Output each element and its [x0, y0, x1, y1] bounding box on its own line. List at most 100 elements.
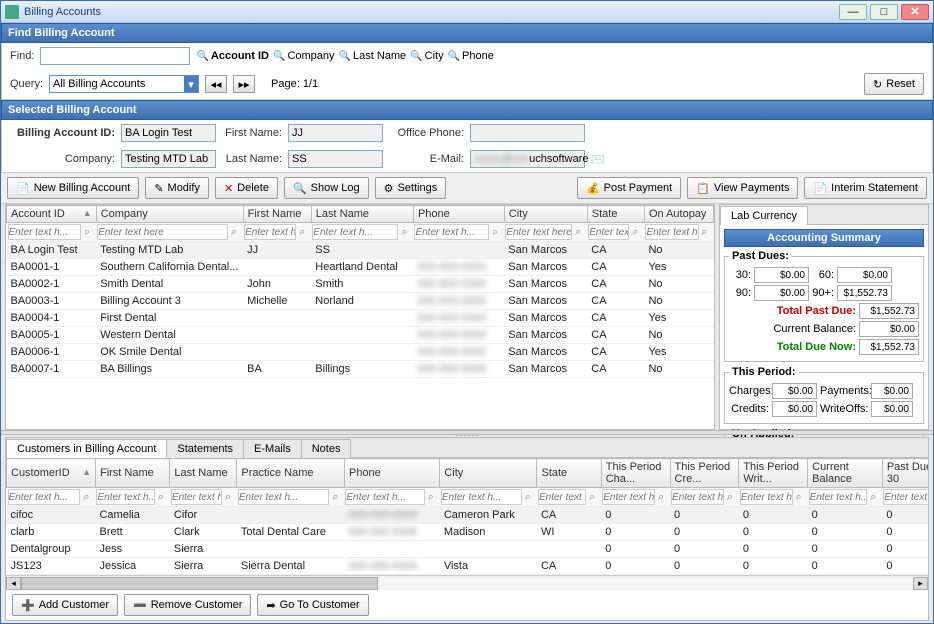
filter-input[interactable] — [171, 489, 222, 505]
show-log-button[interactable]: 🔍Show Log — [284, 177, 369, 199]
filter-icon[interactable]: ⌕ — [296, 226, 308, 239]
remove-customer-button[interactable]: ➖Remove Customer — [124, 594, 251, 616]
filter-input[interactable] — [244, 224, 296, 240]
customers-tab[interactable]: Notes — [301, 439, 352, 458]
radio-company[interactable]: Company — [287, 50, 334, 62]
filter-icon[interactable]: ⌕ — [629, 226, 641, 239]
column-header[interactable]: City — [504, 206, 587, 223]
table-row[interactable]: DentalgroupJessSierra000000 — [7, 541, 929, 558]
table-row[interactable]: BA0004-1First Dental000-000-0000San Marc… — [7, 310, 714, 327]
radio-phone[interactable]: Phone — [462, 50, 494, 62]
filter-icon[interactable]: ⌕ — [586, 491, 598, 504]
filter-icon[interactable]: ⌕ — [699, 226, 711, 239]
settings-button[interactable]: ⚙Settings — [375, 177, 447, 199]
filter-icon[interactable]: ⌕ — [222, 491, 234, 504]
filter-input[interactable] — [588, 224, 629, 240]
filter-icon[interactable]: ⌕ — [80, 491, 92, 504]
column-header[interactable]: This Period Cha... — [601, 459, 670, 488]
filter-input[interactable] — [645, 224, 698, 240]
filter-icon[interactable]: ⌕ — [724, 491, 736, 504]
filter-icon[interactable]: ⌕ — [572, 226, 584, 239]
column-header[interactable]: State — [537, 459, 601, 488]
column-header[interactable]: This Period Writ... — [739, 459, 808, 488]
column-header[interactable]: First Name — [95, 459, 169, 488]
filter-input[interactable] — [538, 489, 586, 505]
filter-icon[interactable]: ⌕ — [522, 491, 534, 504]
last-page-button[interactable]: ▸▸ — [233, 75, 255, 93]
table-row[interactable]: BA Login TestTesting MTD LabJJSSSan Marc… — [7, 242, 714, 259]
close-button[interactable]: ✕ — [901, 4, 929, 20]
customers-tab[interactable]: Customers in Billing Account — [6, 439, 167, 458]
post-payment-button[interactable]: 💰Post Payment — [577, 177, 681, 199]
interim-statement-button[interactable]: 📄Interim Statement — [804, 177, 927, 199]
table-row[interactable]: BA0006-1OK Smile Dental000-000-0000San M… — [7, 344, 714, 361]
filter-input[interactable] — [97, 224, 228, 240]
filter-icon[interactable]: ⌕ — [489, 226, 501, 239]
modify-button[interactable]: ✎Modify — [145, 177, 209, 199]
titlebar[interactable]: Billing Accounts — □ ✕ — [1, 1, 933, 23]
table-row[interactable]: JS123JessicaSierraSierra Dental000-000-0… — [7, 558, 929, 575]
column-header[interactable]: On Autopay — [644, 206, 713, 223]
add-customer-button[interactable]: ➕Add Customer — [12, 594, 118, 616]
filter-input[interactable] — [883, 489, 928, 505]
table-row[interactable]: BA0003-1Billing Account 3MichelleNorland… — [7, 293, 714, 310]
radio-last-name[interactable]: Last Name — [353, 50, 406, 62]
table-row[interactable]: clarbBrettClarkTotal Dental Care000-000-… — [7, 524, 929, 541]
filter-input[interactable] — [238, 489, 330, 505]
mail-icon[interactable]: ✉️ — [591, 153, 605, 166]
filter-icon[interactable]: ⌕ — [793, 491, 805, 504]
accounts-grid[interactable]: Account ID▲CompanyFirst NameLast NamePho… — [5, 204, 715, 430]
delete-button[interactable]: ✕Delete — [215, 177, 278, 199]
filter-icon[interactable]: ⌕ — [425, 491, 437, 504]
table-row[interactable]: BA0001-1Southern California Dental...Hea… — [7, 259, 714, 276]
customers-tab[interactable]: Statements — [166, 439, 244, 458]
radio-account-id[interactable]: Account ID — [211, 50, 269, 62]
filter-icon[interactable]: ⌕ — [398, 226, 410, 239]
filter-input[interactable] — [312, 224, 398, 240]
column-header[interactable]: Phone — [413, 206, 504, 223]
column-header[interactable]: State — [587, 206, 644, 223]
find-input[interactable] — [40, 47, 190, 65]
filter-icon[interactable]: ⌕ — [155, 491, 167, 504]
table-row[interactable]: BA0005-1Western Dental000-000-0000San Ma… — [7, 327, 714, 344]
customers-scrollbar[interactable]: ◂▸ — [6, 575, 928, 590]
filter-input[interactable] — [414, 224, 489, 240]
column-header[interactable]: Past Due 30 — [882, 459, 928, 488]
table-row[interactable]: cifocCameliaCifor000-000-0000Cameron Par… — [7, 507, 929, 524]
goto-customer-button[interactable]: ➡Go To Customer — [257, 594, 368, 616]
filter-input[interactable] — [602, 489, 655, 505]
table-row[interactable]: BA0002-1Smith DentalJohnSmith000-000-000… — [7, 276, 714, 293]
column-header[interactable]: Last Name — [170, 459, 237, 488]
view-payments-button[interactable]: 📋View Payments — [687, 177, 798, 199]
table-row[interactable]: BA0007-1BA BillingsBABillings000-000-000… — [7, 361, 714, 378]
filter-icon[interactable]: ⌕ — [81, 226, 93, 239]
radio-city[interactable]: City — [425, 50, 444, 62]
filter-input[interactable] — [809, 489, 868, 505]
filter-input[interactable] — [8, 224, 82, 240]
filter-input[interactable] — [8, 489, 81, 505]
column-header[interactable]: This Period Cre... — [670, 459, 739, 488]
filter-input[interactable] — [441, 489, 522, 505]
column-header[interactable]: Phone — [344, 459, 439, 488]
column-header[interactable]: Last Name — [311, 206, 413, 223]
filter-input[interactable] — [505, 224, 572, 240]
customers-tab[interactable]: E-Mails — [243, 439, 302, 458]
filter-icon[interactable]: ⌕ — [655, 491, 667, 504]
filter-icon[interactable]: ⌕ — [329, 491, 341, 504]
horizontal-splitter[interactable]: ⋯⋯⋯ — [1, 430, 933, 435]
reset-button[interactable]: ↻Reset — [864, 73, 924, 95]
minimize-button[interactable]: — — [839, 4, 867, 20]
lab-currency-tab[interactable]: Lab Currency — [720, 206, 808, 225]
column-header[interactable]: Practice Name — [237, 459, 345, 488]
column-header[interactable]: Current Balance — [808, 459, 883, 488]
filter-input[interactable] — [671, 489, 724, 505]
new-billing-account-button[interactable]: 📄New Billing Account — [7, 177, 139, 199]
filter-icon[interactable]: ⌕ — [867, 491, 879, 504]
column-header[interactable]: First Name — [243, 206, 311, 223]
filter-input[interactable] — [345, 489, 424, 505]
maximize-button[interactable]: □ — [870, 4, 898, 20]
filter-icon[interactable]: ⌕ — [228, 226, 240, 239]
column-header[interactable]: Account ID▲ — [7, 206, 97, 223]
query-dropdown[interactable]: All Billing Accounts ▾ — [49, 75, 199, 93]
column-header[interactable]: City — [440, 459, 537, 488]
